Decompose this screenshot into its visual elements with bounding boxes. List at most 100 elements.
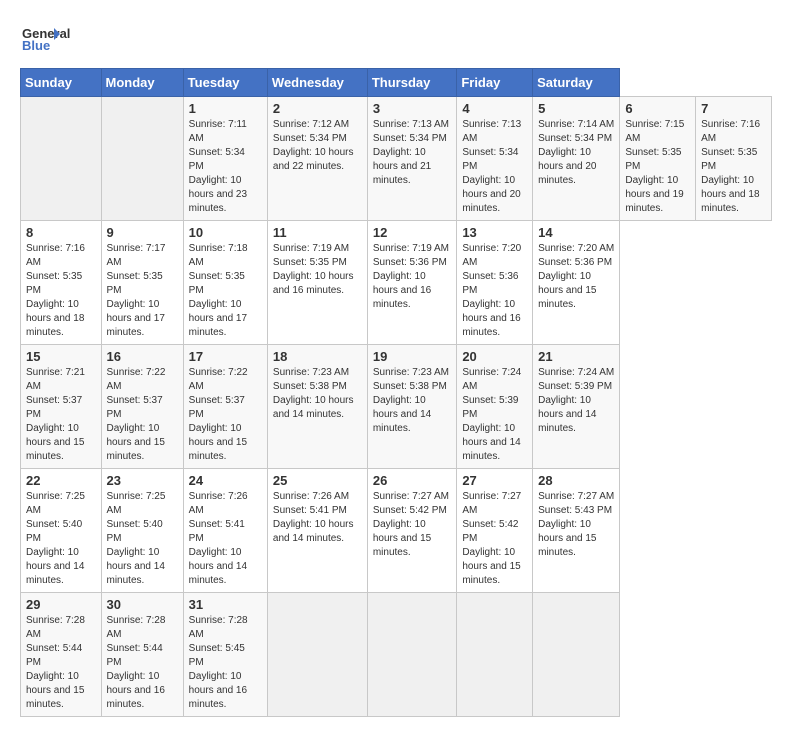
calendar-cell: 27 Sunrise: 7:27 AMSunset: 5:42 PMDayligh…	[457, 469, 533, 593]
day-number: 30	[107, 597, 178, 612]
calendar-cell: 30Sunrise: 7:28 AMSunset: 5:44 PMDayligh…	[101, 593, 183, 717]
day-number: 1	[189, 101, 262, 116]
day-number: 11	[273, 225, 362, 240]
calendar-cell: 20Sunrise: 7:24 AMSunset: 5:39 PMDayligh…	[457, 345, 533, 469]
day-info: Sunrise: 7:25 AMSunset: 5:40 PMDaylight:…	[107, 490, 178, 588]
day-info: Sunrise: 7:27 AMSunset: 5:42 PMDaylight:…	[373, 490, 451, 560]
calendar-cell: 3Sunrise: 7:13 AMSunset: 5:34 PMDaylight…	[367, 97, 456, 221]
day-info: Sunrise: 7:22 AMSunset: 5:37 PMDaylight:…	[107, 366, 178, 464]
calendar-container: General Blue SundayMondayTuesdayWednesda…	[20, 20, 772, 717]
day-number: 31	[189, 597, 262, 612]
calendar-cell: 21 Sunrise: 7:24 AMSunset: 5:39 PMDayligh…	[533, 345, 620, 469]
day-info: Sunrise: 7:13 AMSunset: 5:34 PMDaylight:…	[373, 118, 451, 188]
calendar-cell: 19 Sunrise: 7:23 AMSunset: 5:38 PMDayligh…	[367, 345, 456, 469]
calendar-cell: 10 Sunrise: 7:18 AMSunset: 5:35 PMDayligh…	[183, 221, 267, 345]
weekday-header-saturday: Saturday	[533, 69, 620, 97]
weekday-header-friday: Friday	[457, 69, 533, 97]
calendar-cell	[267, 593, 367, 717]
calendar-cell: 16 Sunrise: 7:22 AMSunset: 5:37 PMDayligh…	[101, 345, 183, 469]
calendar-cell: 1 Sunrise: 7:11 AMSunset: 5:34 PMDaylight…	[183, 97, 267, 221]
logo: General Blue	[20, 20, 90, 60]
day-number: 18	[273, 349, 362, 364]
calendar-cell: 22Sunrise: 7:25 AMSunset: 5:40 PMDayligh…	[21, 469, 102, 593]
day-info: Sunrise: 7:27 AMSunset: 5:42 PMDaylight:…	[462, 490, 527, 588]
calendar-cell	[533, 593, 620, 717]
day-number: 19	[373, 349, 451, 364]
day-info: Sunrise: 7:19 AMSunset: 5:35 PMDaylight:…	[273, 242, 362, 298]
calendar-cell: 8Sunrise: 7:16 AMSunset: 5:35 PMDaylight…	[21, 221, 102, 345]
calendar-cell: 5 Sunrise: 7:14 AMSunset: 5:34 PMDaylight…	[533, 97, 620, 221]
day-info: Sunrise: 7:23 AMSunset: 5:38 PMDaylight:…	[273, 366, 362, 422]
calendar-cell: 23 Sunrise: 7:25 AMSunset: 5:40 PMDayligh…	[101, 469, 183, 593]
calendar-cell	[367, 593, 456, 717]
day-number: 26	[373, 473, 451, 488]
day-number: 10	[189, 225, 262, 240]
weekday-header-monday: Monday	[101, 69, 183, 97]
day-info: Sunrise: 7:12 AMSunset: 5:34 PMDaylight:…	[273, 118, 362, 174]
calendar-cell: 26 Sunrise: 7:27 AMSunset: 5:42 PMDayligh…	[367, 469, 456, 593]
weekday-header-wednesday: Wednesday	[267, 69, 367, 97]
calendar-week-row: 15 Sunrise: 7:21 AMSunset: 5:37 PMDayligh…	[21, 345, 772, 469]
day-info: Sunrise: 7:13 AMSunset: 5:34 PMDaylight:…	[462, 118, 527, 216]
calendar-cell: 24 Sunrise: 7:26 AMSunset: 5:41 PMDayligh…	[183, 469, 267, 593]
day-info: Sunrise: 7:14 AMSunset: 5:34 PMDaylight:…	[538, 118, 614, 188]
day-number: 28	[538, 473, 614, 488]
day-number: 23	[107, 473, 178, 488]
day-number: 12	[373, 225, 451, 240]
day-number: 25	[273, 473, 362, 488]
day-number: 14	[538, 225, 614, 240]
day-info: Sunrise: 7:26 AMSunset: 5:41 PMDaylight:…	[273, 490, 362, 546]
calendar-cell: 25 Sunrise: 7:26 AMSunset: 5:41 PMDayligh…	[267, 469, 367, 593]
day-info: Sunrise: 7:28 AMSunset: 5:44 PMDaylight:…	[26, 614, 96, 712]
day-info: Sunrise: 7:20 AMSunset: 5:36 PMDaylight:…	[462, 242, 527, 340]
calendar-cell: 11 Sunrise: 7:19 AMSunset: 5:35 PMDayligh…	[267, 221, 367, 345]
day-number: 13	[462, 225, 527, 240]
calendar-cell: 28 Sunrise: 7:27 AMSunset: 5:43 PMDayligh…	[533, 469, 620, 593]
calendar-week-row: 22Sunrise: 7:25 AMSunset: 5:40 PMDayligh…	[21, 469, 772, 593]
day-info: Sunrise: 7:18 AMSunset: 5:35 PMDaylight:…	[189, 242, 262, 340]
calendar-cell	[457, 593, 533, 717]
day-number: 15	[26, 349, 96, 364]
day-info: Sunrise: 7:19 AMSunset: 5:36 PMDaylight:…	[373, 242, 451, 312]
day-number: 17	[189, 349, 262, 364]
weekday-header-row: SundayMondayTuesdayWednesdayThursdayFrid…	[21, 69, 772, 97]
calendar-week-row: 1 Sunrise: 7:11 AMSunset: 5:34 PMDaylight…	[21, 97, 772, 221]
day-number: 9	[107, 225, 178, 240]
calendar-cell: 2 Sunrise: 7:12 AMSunset: 5:34 PMDaylight…	[267, 97, 367, 221]
day-info: Sunrise: 7:24 AMSunset: 5:39 PMDaylight:…	[538, 366, 614, 436]
day-number: 20	[462, 349, 527, 364]
calendar-cell: 6Sunrise: 7:15 AMSunset: 5:35 PMDaylight…	[620, 97, 696, 221]
calendar-cell: 17 Sunrise: 7:22 AMSunset: 5:37 PMDayligh…	[183, 345, 267, 469]
calendar-table: SundayMondayTuesdayWednesdayThursdayFrid…	[20, 68, 772, 717]
calendar-cell: 12 Sunrise: 7:19 AMSunset: 5:36 PMDayligh…	[367, 221, 456, 345]
day-info: Sunrise: 7:16 AMSunset: 5:35 PMDaylight:…	[26, 242, 96, 340]
page-header: General Blue	[20, 20, 772, 60]
day-number: 27	[462, 473, 527, 488]
day-number: 21	[538, 349, 614, 364]
calendar-cell: 4 Sunrise: 7:13 AMSunset: 5:34 PMDaylight…	[457, 97, 533, 221]
day-info: Sunrise: 7:23 AMSunset: 5:38 PMDaylight:…	[373, 366, 451, 436]
day-number: 4	[462, 101, 527, 116]
calendar-cell: 31 Sunrise: 7:28 AMSunset: 5:45 PMDayligh…	[183, 593, 267, 717]
day-info: Sunrise: 7:22 AMSunset: 5:37 PMDaylight:…	[189, 366, 262, 464]
day-info: Sunrise: 7:28 AMSunset: 5:45 PMDaylight:…	[189, 614, 262, 712]
day-info: Sunrise: 7:21 AMSunset: 5:37 PMDaylight:…	[26, 366, 96, 464]
calendar-cell: 9 Sunrise: 7:17 AMSunset: 5:35 PMDaylight…	[101, 221, 183, 345]
calendar-week-row: 29 Sunrise: 7:28 AMSunset: 5:44 PMDayligh…	[21, 593, 772, 717]
day-info: Sunrise: 7:17 AMSunset: 5:35 PMDaylight:…	[107, 242, 178, 340]
day-number: 24	[189, 473, 262, 488]
day-number: 2	[273, 101, 362, 116]
svg-text:Blue: Blue	[22, 38, 50, 53]
day-info: Sunrise: 7:11 AMSunset: 5:34 PMDaylight:…	[189, 118, 262, 216]
day-number: 5	[538, 101, 614, 116]
weekday-header-thursday: Thursday	[367, 69, 456, 97]
day-info: Sunrise: 7:16 AMSunset: 5:35 PMDaylight:…	[701, 118, 766, 216]
day-info: Sunrise: 7:26 AMSunset: 5:41 PMDaylight:…	[189, 490, 262, 588]
day-info: Sunrise: 7:27 AMSunset: 5:43 PMDaylight:…	[538, 490, 614, 560]
day-number: 6	[625, 101, 690, 116]
day-number: 29	[26, 597, 96, 612]
calendar-cell: 13 Sunrise: 7:20 AMSunset: 5:36 PMDayligh…	[457, 221, 533, 345]
calendar-cell: 18 Sunrise: 7:23 AMSunset: 5:38 PMDayligh…	[267, 345, 367, 469]
day-number: 16	[107, 349, 178, 364]
calendar-cell: 7Sunrise: 7:16 AMSunset: 5:35 PMDaylight…	[696, 97, 772, 221]
